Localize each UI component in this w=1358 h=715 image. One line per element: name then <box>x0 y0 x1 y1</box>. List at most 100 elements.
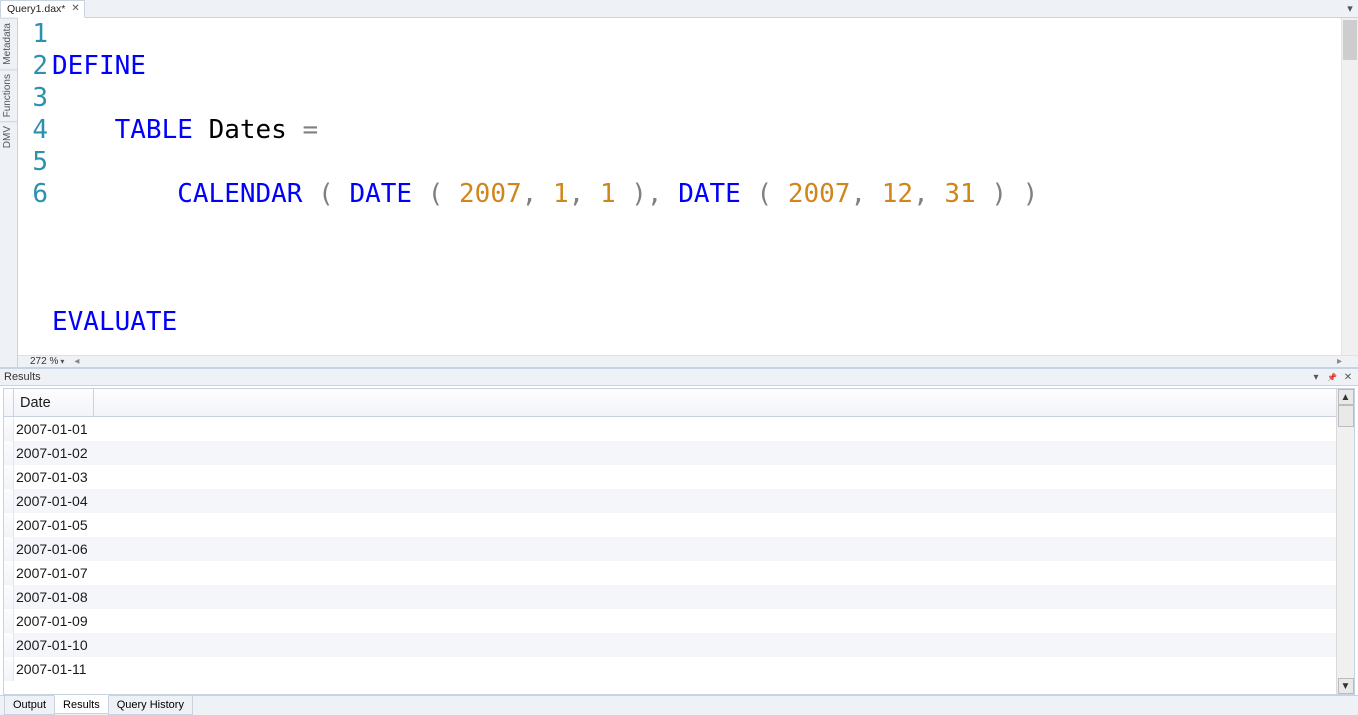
grid-rows: 2007-01-01 2007-01-02 2007-01-03 2007-01… <box>4 417 1336 694</box>
row-header <box>4 489 14 513</box>
code-token: , <box>647 179 663 209</box>
table-row[interactable]: 2007-01-05 <box>4 513 1336 537</box>
code-token: EVALUATE <box>52 307 177 337</box>
document-tab-bar: Query1.dax* ✕ ▾ <box>0 0 1358 18</box>
chevron-down-icon: ▾ <box>60 357 64 366</box>
table-row[interactable]: 2007-01-06 <box>4 537 1336 561</box>
code-token: , <box>522 179 538 209</box>
table-row[interactable]: 2007-01-04 <box>4 489 1336 513</box>
grid-column-header[interactable]: Date <box>14 389 94 416</box>
tab-results[interactable]: Results <box>54 695 109 714</box>
code-token: 2007 <box>459 179 522 209</box>
code-token: ( <box>428 179 444 209</box>
table-row[interactable]: 2007-01-09 <box>4 609 1336 633</box>
row-header <box>4 585 14 609</box>
line-number-gutter: 1 2 3 4 5 6 <box>18 18 52 355</box>
row-header <box>4 417 14 441</box>
grid-cell: 2007-01-06 <box>14 541 94 557</box>
grid-cell: 2007-01-08 <box>14 589 94 605</box>
row-header <box>4 561 14 585</box>
grid-column-header-row: Date <box>4 389 1336 417</box>
grid-cell: 2007-01-09 <box>14 613 94 629</box>
results-panel-header: Results ▾ 📌 ✕ <box>0 368 1358 386</box>
grid-cell: 2007-01-10 <box>14 637 94 653</box>
sidetab-functions[interactable]: Functions <box>0 69 17 121</box>
pin-icon[interactable]: 📌 <box>1326 371 1338 383</box>
line-number: 1 <box>18 18 48 50</box>
scrollbar-thumb[interactable] <box>1343 20 1357 60</box>
tab-query-history[interactable]: Query History <box>108 696 193 715</box>
code-token: CALENDAR <box>177 179 302 209</box>
code-token: 31 <box>944 179 975 209</box>
row-header <box>4 465 14 489</box>
vertical-tool-tabs: Metadata Functions DMV <box>0 18 18 367</box>
code-token: 2007 <box>788 179 851 209</box>
close-icon[interactable]: ✕ <box>71 4 79 14</box>
bottom-tab-bar: Output Results Query History <box>0 695 1358 715</box>
code-token: ( <box>318 179 334 209</box>
tab-output[interactable]: Output <box>4 696 55 715</box>
code-token: 1 <box>553 179 569 209</box>
results-vertical-scrollbar[interactable]: ▲ ▼ <box>1336 389 1354 694</box>
code-token: DATE <box>349 179 412 209</box>
code-editor[interactable]: 1 2 3 4 5 6 DEFINE TABLE Dates = CALENDA… <box>18 18 1358 367</box>
code-token: ) <box>1023 179 1039 209</box>
code-token: ) <box>991 179 1007 209</box>
row-header <box>4 657 14 681</box>
sidetab-metadata[interactable]: Metadata <box>0 18 17 69</box>
grid-cell: 2007-01-07 <box>14 565 94 581</box>
code-token: ( <box>757 179 773 209</box>
scroll-up-icon[interactable]: ▲ <box>1338 389 1354 405</box>
document-tab[interactable]: Query1.dax* ✕ <box>0 0 85 18</box>
row-header <box>4 537 14 561</box>
code-token: DEFINE <box>52 51 146 81</box>
line-number: 4 <box>18 114 48 146</box>
table-row[interactable]: 2007-01-08 <box>4 585 1336 609</box>
document-tab-label: Query1.dax* <box>7 3 65 15</box>
code-token: DATE <box>678 179 741 209</box>
table-row[interactable]: 2007-01-07 <box>4 561 1336 585</box>
code-token: , <box>569 179 585 209</box>
row-header <box>4 633 14 657</box>
scrollbar-track[interactable] <box>1338 405 1354 678</box>
zoom-value: 272 % <box>30 356 58 367</box>
line-number: 6 <box>18 178 48 210</box>
results-title: Results <box>4 371 41 383</box>
row-header <box>4 609 14 633</box>
code-token: 12 <box>882 179 913 209</box>
grid-corner <box>4 389 14 416</box>
table-row[interactable]: 2007-01-10 <box>4 633 1336 657</box>
zoom-dropdown[interactable]: 272 % ▾ <box>30 356 64 367</box>
code-token: Dates <box>209 115 287 145</box>
editor-status-bar: 272 % ▾ ◂ ▸ <box>18 355 1358 367</box>
editor-vertical-scrollbar[interactable] <box>1341 18 1358 355</box>
close-icon[interactable]: ✕ <box>1342 371 1354 383</box>
hscroll-left-icon[interactable]: ◂ <box>74 356 79 367</box>
grid-cell: 2007-01-02 <box>14 445 94 461</box>
code-token: ) <box>631 179 647 209</box>
row-header <box>4 513 14 537</box>
sidetab-dmv[interactable]: DMV <box>0 121 17 152</box>
table-row[interactable]: 2007-01-11 <box>4 657 1336 681</box>
code-token: 1 <box>600 179 616 209</box>
code-token: , <box>913 179 929 209</box>
scrollbar-thumb[interactable] <box>1338 405 1354 427</box>
scroll-down-icon[interactable]: ▼ <box>1338 678 1354 694</box>
results-grid[interactable]: Date 2007-01-01 2007-01-02 2007-01-03 20… <box>4 389 1336 694</box>
tab-dropdown-icon[interactable]: ▾ <box>1344 3 1356 15</box>
grid-cell: 2007-01-05 <box>14 517 94 533</box>
table-row[interactable]: 2007-01-01 <box>4 417 1336 441</box>
code-token: , <box>850 179 866 209</box>
code-token: = <box>303 115 319 145</box>
table-row[interactable]: 2007-01-03 <box>4 465 1336 489</box>
results-grid-container: Date 2007-01-01 2007-01-02 2007-01-03 20… <box>3 388 1355 695</box>
panel-dropdown-icon[interactable]: ▾ <box>1310 371 1322 383</box>
line-number: 2 <box>18 50 48 82</box>
table-row[interactable]: 2007-01-02 <box>4 441 1336 465</box>
grid-cell: 2007-01-01 <box>14 421 94 437</box>
code-token: TABLE <box>115 115 193 145</box>
hscroll-right-icon[interactable]: ▸ <box>1337 356 1342 367</box>
line-number: 3 <box>18 82 48 114</box>
code-content[interactable]: DEFINE TABLE Dates = CALENDAR ( DATE ( 2… <box>52 18 1341 355</box>
grid-cell: 2007-01-04 <box>14 493 94 509</box>
